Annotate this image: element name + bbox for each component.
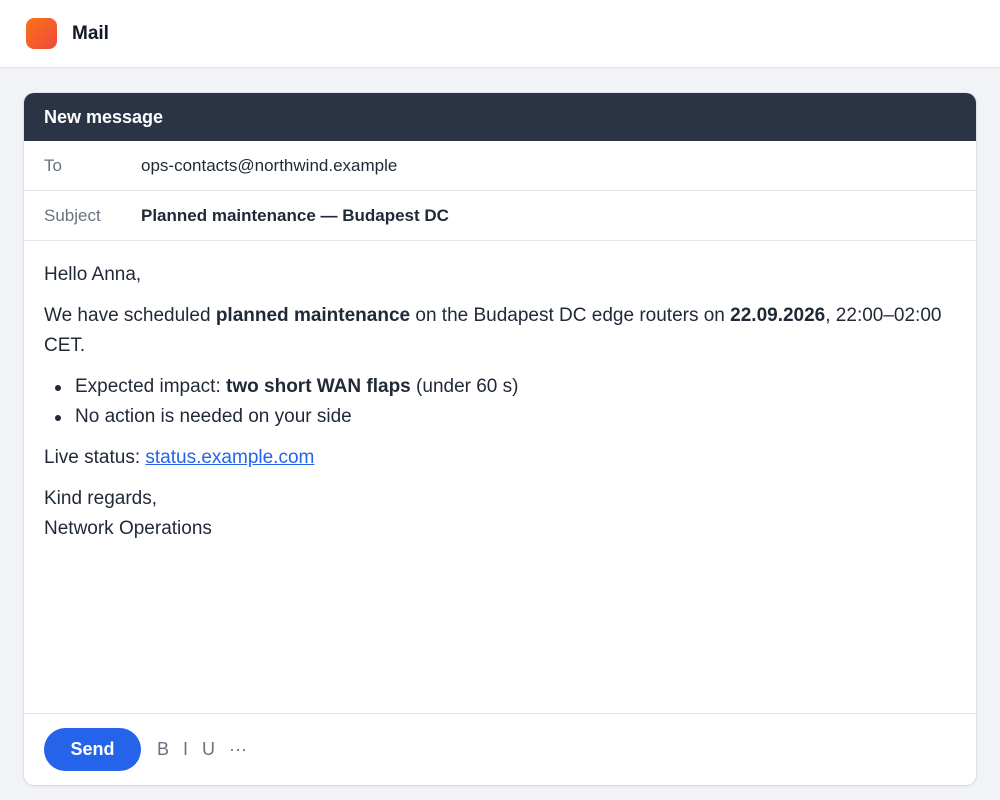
to-field-row[interactable]: To ops-contacts@northwind.example xyxy=(24,141,976,191)
app-header: Mail xyxy=(0,0,1000,68)
list-item: Expected impact: two short WAN flaps (un… xyxy=(44,372,956,402)
to-field[interactable]: ops-contacts@northwind.example xyxy=(141,156,397,176)
compose-footer: Send B I U ··· xyxy=(24,713,976,785)
maintenance-date: 22.09.2026 xyxy=(730,305,826,326)
signoff: Kind regards, Network Operations xyxy=(44,484,956,544)
intro-text: We have scheduled xyxy=(44,305,216,326)
status-line: Live status: status.example.com xyxy=(44,443,956,473)
underline-button[interactable]: U xyxy=(202,739,215,760)
compose-window: New message To ops-contacts@northwind.ex… xyxy=(24,93,976,785)
bullet-text: Expected impact: xyxy=(75,376,227,397)
subject-field[interactable]: Planned maintenance — Budapest DC xyxy=(141,206,449,226)
bullet-text: No action is needed on your side xyxy=(75,406,352,427)
compose-title: New message xyxy=(44,106,164,127)
send-button[interactable]: Send xyxy=(44,728,141,771)
compose-header: New message xyxy=(24,93,976,141)
closing-text: Kind regards, xyxy=(44,488,158,509)
mail-logo-icon xyxy=(26,18,57,49)
bullet-bold-text: two short WAN flaps xyxy=(226,376,411,397)
bullet-text: (under 60 s) xyxy=(410,376,519,397)
bold-button[interactable]: B xyxy=(157,739,169,760)
intro-text: on the Budapest DC edge routers on xyxy=(410,305,731,326)
more-options-icon[interactable]: ··· xyxy=(229,739,247,760)
status-label: Live status: xyxy=(44,447,146,468)
bullet-list: Expected impact: two short WAN flaps (un… xyxy=(44,372,956,432)
status-link[interactable]: status.example.com xyxy=(145,447,314,468)
signature-text: Network Operations xyxy=(44,518,212,539)
app-title: Mail xyxy=(72,22,109,44)
italic-button[interactable]: I xyxy=(183,739,188,760)
subject-field-row[interactable]: Subject Planned maintenance — Budapest D… xyxy=(24,191,976,241)
greeting: Hello Anna, xyxy=(44,264,142,285)
intro-bold-text: planned maintenance xyxy=(215,305,411,326)
to-label: To xyxy=(44,155,62,175)
subject-label: Subject xyxy=(44,205,101,225)
list-item: No action is needed on your side xyxy=(44,402,956,432)
message-body[interactable]: Hello Anna, We have scheduled planned ma… xyxy=(24,241,976,714)
intro-paragraph: We have scheduled planned maintenance on… xyxy=(44,301,956,361)
